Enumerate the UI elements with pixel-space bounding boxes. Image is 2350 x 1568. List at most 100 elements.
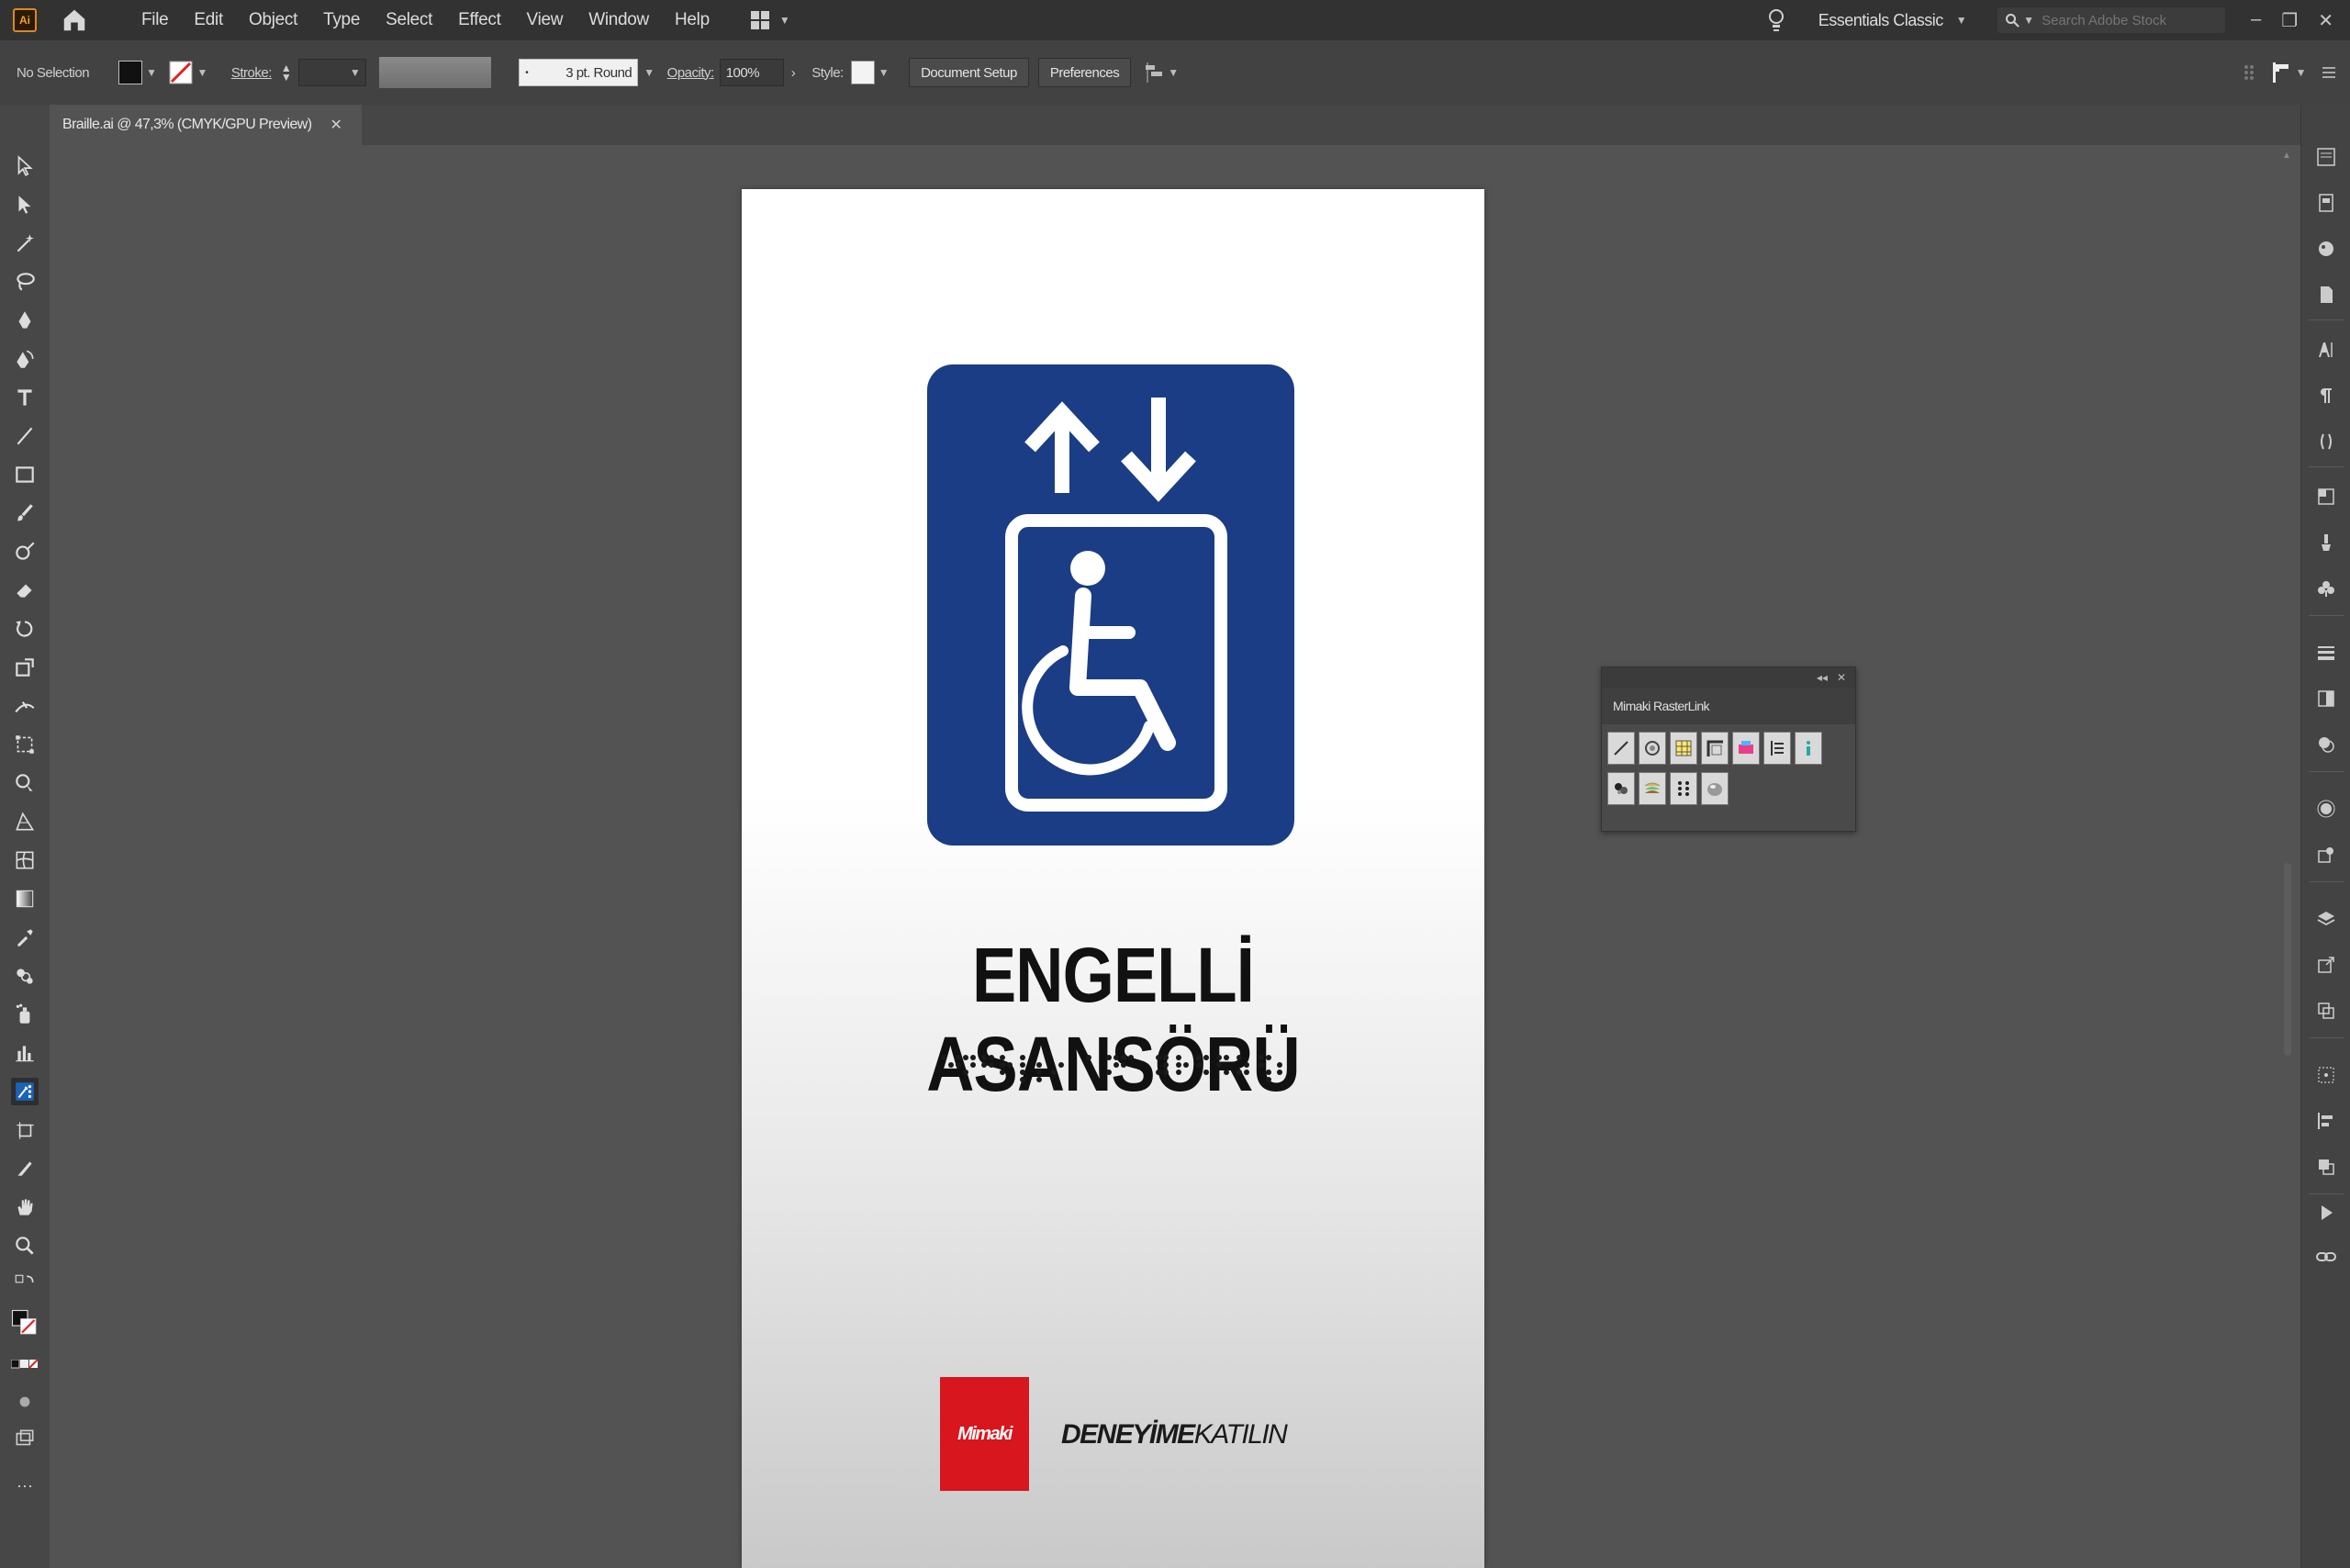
- hand-tool[interactable]: [11, 1193, 39, 1221]
- minimize-icon[interactable]: –: [2251, 9, 2261, 32]
- transparency-panel-button[interactable]: [2312, 731, 2340, 758]
- info-tool-button[interactable]: [1795, 732, 1822, 765]
- shaper-tool[interactable]: [11, 538, 39, 566]
- chevron-right-icon[interactable]: ›: [791, 65, 796, 81]
- close-icon[interactable]: ✕: [1837, 671, 1846, 684]
- fill-swatch[interactable]: ▼: [118, 61, 157, 84]
- blend-tool[interactable]: [11, 962, 39, 990]
- document-tab[interactable]: Braille.ai @ 47,3% (CMYK/GPU Preview) ✕: [50, 105, 362, 145]
- character-panel-button[interactable]: [2312, 336, 2340, 364]
- artboard[interactable]: ENGELLİ ASANSÖRÜ Mimaki DENEYİMEKATILIN: [742, 189, 1484, 1568]
- grid-tool-button[interactable]: [1670, 732, 1697, 765]
- stroke-weight-dropdown[interactable]: ▼: [298, 59, 367, 86]
- color-panel-button[interactable]: [2312, 235, 2340, 263]
- frame-tool-button[interactable]: [1701, 732, 1729, 765]
- lasso-tool[interactable]: [11, 268, 39, 296]
- collapse-icon[interactable]: ◂◂: [1817, 671, 1828, 684]
- opacity-field[interactable]: 100%: [719, 59, 784, 86]
- varnish-tool-button[interactable]: [1701, 772, 1729, 805]
- pathfinder-panel-button[interactable]: [2312, 1153, 2340, 1181]
- menu-edit[interactable]: Edit: [181, 10, 236, 30]
- mesh-tool[interactable]: [11, 846, 39, 874]
- stroke-swatch[interactable]: ▼: [169, 61, 207, 84]
- stock-search-input[interactable]: [2040, 11, 2210, 29]
- list-tool-button[interactable]: [1763, 732, 1791, 765]
- menu-lines-icon[interactable]: [2321, 64, 2337, 81]
- special-color-tool-button[interactable]: [1639, 732, 1666, 765]
- preferences-button[interactable]: Preferences: [1037, 58, 1132, 87]
- stock-search[interactable]: ▼: [1998, 7, 2226, 33]
- accessible-elevator-symbol[interactable]: [927, 364, 1294, 846]
- slice-tool[interactable]: [11, 1155, 39, 1182]
- variable-width-profile[interactable]: [379, 57, 492, 88]
- print-data-tool-button[interactable]: [1732, 732, 1760, 765]
- shape-builder-tool[interactable]: [11, 769, 39, 797]
- panel-titlebar[interactable]: ◂◂ ✕: [1602, 667, 1855, 688]
- close-icon[interactable]: ✕: [330, 116, 341, 134]
- workspace-switcher[interactable]: Essentials Classic ▼: [1818, 11, 1967, 30]
- menu-effect[interactable]: Effect: [445, 10, 513, 30]
- appearance-panel-button[interactable]: [2312, 795, 2340, 823]
- arrange-button[interactable]: ▼: [1144, 62, 1179, 83]
- scale-tool[interactable]: [11, 654, 39, 681]
- lightbulb-icon[interactable]: [1767, 7, 1785, 33]
- gradient-tool[interactable]: [11, 885, 39, 913]
- direct-selection-tool[interactable]: [11, 191, 39, 218]
- restore-icon[interactable]: ❐: [2281, 9, 2298, 32]
- transform-grid-button[interactable]: [2312, 1061, 2340, 1089]
- free-transform-tool[interactable]: [11, 731, 39, 758]
- paintbrush-tool[interactable]: [11, 499, 39, 527]
- align-panel-button[interactable]: [2312, 1107, 2340, 1135]
- document-setup-button[interactable]: Document Setup: [909, 58, 1029, 87]
- brushes-panel-button[interactable]: [2312, 529, 2340, 556]
- symbol-sprayer-tool[interactable]: [11, 1001, 39, 1028]
- screen-mode[interactable]: [11, 1425, 39, 1452]
- paragraph-panel-button[interactable]: [2312, 382, 2340, 409]
- close-icon[interactable]: ✕: [2318, 9, 2333, 32]
- line-segment-tool[interactable]: [11, 422, 39, 450]
- default-colors-button[interactable]: [11, 1274, 39, 1294]
- scroll-up-icon[interactable]: ▲: [2282, 151, 2291, 161]
- properties-panel-button[interactable]: [2312, 143, 2340, 171]
- menu-help[interactable]: Help: [662, 10, 722, 30]
- brush-definition-dropdown[interactable]: • 3 pt. Round: [519, 59, 639, 86]
- mimaki-logo[interactable]: Mimaki: [940, 1377, 1029, 1491]
- curvature-tool[interactable]: [11, 345, 39, 373]
- selection-tool[interactable]: [11, 152, 39, 180]
- layer-stack-tool-button[interactable]: [1639, 772, 1666, 805]
- emboss-tool-button[interactable]: [1607, 772, 1635, 805]
- artboards-panel-button[interactable]: [2312, 997, 2340, 1025]
- type-tool[interactable]: [11, 384, 39, 411]
- symbols-panel-button[interactable]: [2312, 575, 2340, 602]
- opentype-panel-button[interactable]: [2312, 428, 2340, 455]
- stroke-panel-button[interactable]: [2312, 639, 2340, 666]
- magic-wand-tool[interactable]: [11, 230, 39, 257]
- perspective-grid-tool[interactable]: [11, 808, 39, 835]
- panel-tab[interactable]: Mimaki RasterLink: [1613, 699, 1710, 713]
- rectangle-tool[interactable]: [11, 461, 39, 488]
- column-graph-tool[interactable]: [11, 1039, 39, 1067]
- edit-toolbar-button[interactable]: ⋯: [11, 1473, 39, 1500]
- braille-dots-tool-button[interactable]: [1670, 772, 1697, 805]
- transform-panel-button[interactable]: [2312, 483, 2340, 510]
- menu-select[interactable]: Select: [373, 10, 445, 30]
- width-tool[interactable]: [11, 692, 39, 720]
- eraser-tool[interactable]: [11, 577, 39, 604]
- gradient-panel-button[interactable]: [2312, 685, 2340, 712]
- menu-file[interactable]: File: [129, 10, 181, 30]
- braille-tool[interactable]: [11, 1078, 39, 1105]
- asset-export-panel-button[interactable]: [2312, 951, 2340, 979]
- grip-icon[interactable]: [2243, 62, 2255, 83]
- home-icon[interactable]: [61, 6, 88, 34]
- menu-object[interactable]: Object: [236, 10, 310, 30]
- chevron-down-icon[interactable]: ▼: [643, 66, 655, 79]
- braille-text[interactable]: [938, 1052, 1287, 1098]
- rotate-tool[interactable]: [11, 615, 39, 643]
- swatches-panel-button[interactable]: [2312, 281, 2340, 308]
- menu-window[interactable]: Window: [576, 10, 662, 30]
- arrange-documents-button[interactable]: ▼: [750, 10, 790, 30]
- tagline[interactable]: DENEYİMEKATILIN: [1061, 1419, 1288, 1450]
- actions-panel-button[interactable]: [2312, 1199, 2340, 1226]
- graphic-styles-panel-button[interactable]: [2312, 841, 2340, 868]
- color-mode-buttons[interactable]: [11, 1355, 39, 1373]
